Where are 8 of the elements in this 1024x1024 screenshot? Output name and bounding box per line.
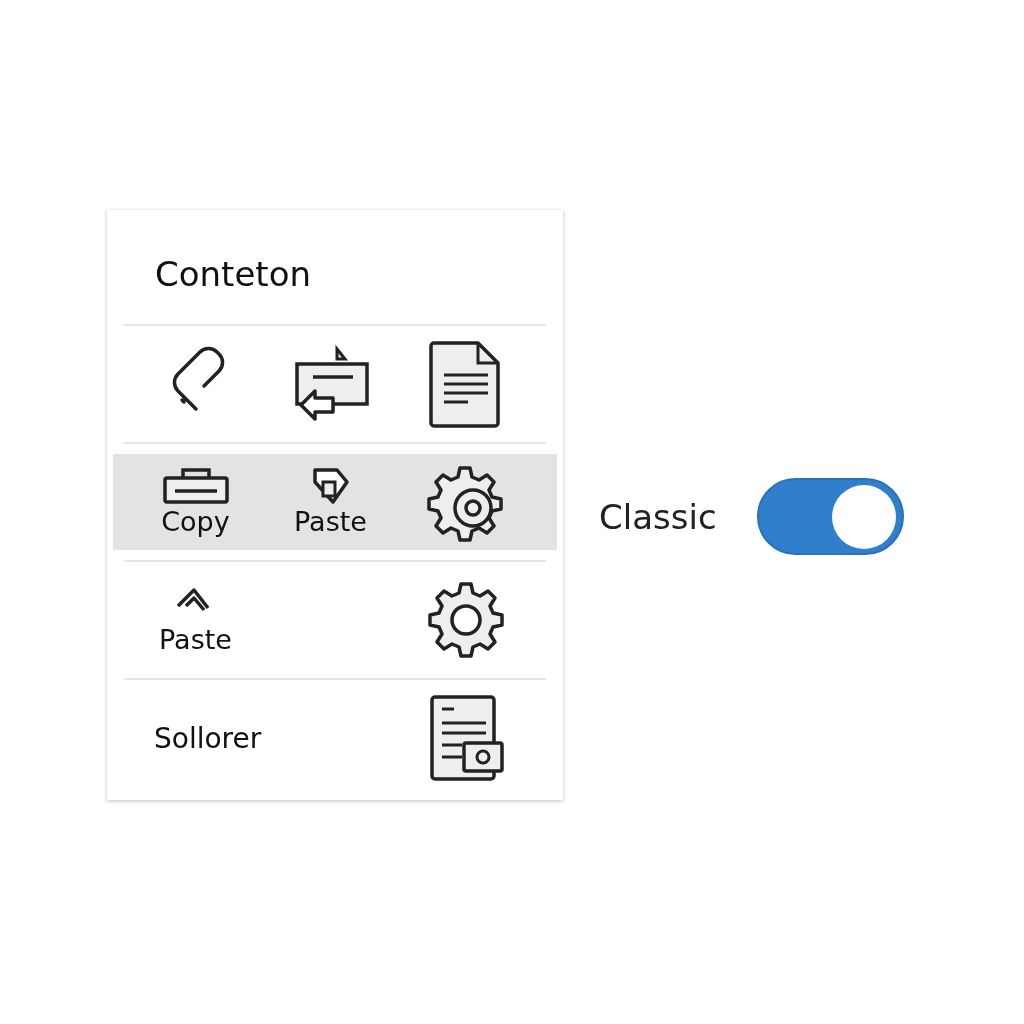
copy-button[interactable]: Copy [160,466,231,538]
menu-item-label[interactable]: Sollorer [154,721,262,755]
printer-icon [160,466,231,506]
toggle-label: Classic [599,496,717,537]
paste-button[interactable]: Paste [159,584,232,656]
panel-title: Conteton [154,253,313,296]
settings-icon[interactable] [425,580,506,660]
paste-button[interactable]: Paste [294,466,367,538]
